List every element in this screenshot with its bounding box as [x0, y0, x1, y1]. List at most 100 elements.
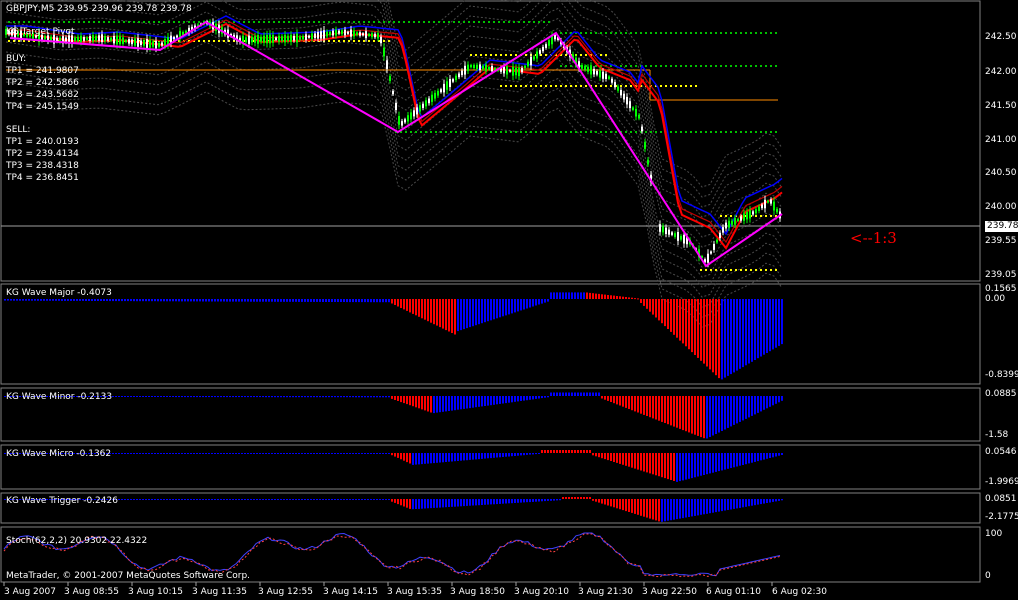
histogram-bar	[256, 499, 258, 500]
candle-body	[749, 210, 751, 219]
histogram-bar	[727, 299, 729, 376]
histogram-bar	[709, 499, 711, 514]
histogram-bar	[121, 453, 123, 454]
histogram-bar	[187, 396, 189, 398]
histogram-bar	[601, 294, 603, 299]
histogram-bar	[289, 396, 291, 398]
histogram-bar	[169, 499, 171, 500]
histogram-bar	[163, 299, 165, 302]
histogram-bar	[79, 299, 81, 301]
histogram-bar	[274, 299, 276, 302]
histogram-bar	[607, 295, 609, 299]
histogram-bar	[670, 396, 672, 426]
histogram-bar	[169, 453, 171, 454]
candle-body	[341, 30, 343, 35]
candle-body	[131, 39, 133, 45]
panel-bottom-value: -1.9969	[985, 477, 1018, 487]
histogram-bar	[763, 499, 765, 504]
candle-body	[116, 35, 118, 45]
histogram-bar	[178, 396, 180, 398]
histogram-bar	[559, 450, 561, 453]
histogram-bar	[286, 499, 288, 500]
histogram-bar	[529, 299, 531, 308]
histogram-bar	[643, 396, 645, 415]
candle-body	[245, 37, 247, 43]
histogram-bar	[331, 499, 333, 500]
histogram-bar	[85, 299, 87, 301]
histogram-bar	[361, 453, 363, 454]
histogram-bar	[511, 396, 513, 403]
histogram-bar	[604, 396, 606, 400]
histogram-bar	[151, 499, 153, 500]
histogram-bar	[553, 392, 555, 396]
candle-body	[443, 83, 445, 93]
histogram-bar	[277, 299, 279, 302]
chart-canvas[interactable]	[0, 0, 1018, 600]
histogram-bar	[748, 299, 750, 364]
histogram-bar	[676, 453, 678, 482]
histogram-bar	[7, 299, 9, 301]
histogram-bar	[475, 299, 477, 326]
histogram-bar	[487, 299, 489, 322]
price-tick: 240.50	[985, 168, 1017, 178]
histogram-bar	[526, 453, 528, 455]
histogram-bar	[670, 453, 672, 480]
histogram-bar	[742, 299, 744, 368]
histogram-bar	[574, 497, 576, 499]
panel-bottom-value: -0.8399	[985, 370, 1018, 380]
histogram-bar	[202, 396, 204, 398]
histogram-bar	[175, 299, 177, 302]
histogram-bar	[685, 299, 687, 347]
histogram-bar	[205, 396, 207, 398]
candle-body	[683, 234, 685, 244]
histogram-bar	[454, 299, 456, 335]
histogram-bar	[478, 299, 480, 325]
histogram-bar	[256, 299, 258, 302]
copyright-text: MetaTrader, © 2001-2007 MetaQuotes Softw…	[6, 571, 251, 581]
histogram-bar	[556, 392, 558, 396]
histogram-bar	[526, 499, 528, 503]
candle-body	[452, 79, 454, 82]
histogram-bar	[406, 396, 408, 405]
histogram-bar	[178, 499, 180, 500]
candle-body	[530, 56, 532, 66]
histogram-bar	[757, 453, 759, 462]
histogram-bar	[772, 453, 774, 458]
histogram-bar	[661, 453, 663, 478]
histogram-bar	[454, 499, 456, 507]
candle-body	[554, 34, 556, 40]
histogram-bar	[349, 453, 351, 454]
histogram-bar	[424, 396, 426, 411]
histogram-bar	[76, 299, 78, 301]
histogram-bar	[613, 453, 615, 462]
candle-body	[293, 35, 295, 41]
histogram-bar	[739, 453, 741, 466]
histogram-bar	[214, 396, 216, 398]
histogram-bar	[298, 453, 300, 454]
candle-body	[611, 78, 613, 83]
candle-body	[761, 204, 763, 209]
histogram-bar	[589, 450, 591, 453]
histogram-bar	[19, 299, 21, 301]
candle-body	[542, 46, 544, 52]
histogram-bar	[352, 453, 354, 454]
histogram-bar	[376, 299, 378, 303]
histogram-bar	[223, 453, 225, 454]
histogram-bar	[316, 453, 318, 454]
histogram-bar	[202, 453, 204, 454]
histogram-bar	[259, 499, 261, 500]
histogram-bar	[637, 298, 639, 300]
histogram-bar	[271, 299, 273, 302]
histogram-bar	[157, 453, 159, 454]
price-tick: 239.55	[985, 236, 1017, 246]
histogram-bar	[325, 453, 327, 454]
candle-body	[149, 39, 151, 48]
histogram-bar	[613, 396, 615, 404]
histogram-bar	[664, 396, 666, 423]
histogram-bar	[562, 292, 564, 299]
histogram-bar	[637, 453, 639, 470]
panel-frame	[0, 492, 981, 524]
histogram-bar	[82, 299, 84, 301]
histogram-bar	[769, 299, 771, 352]
candle-body	[482, 65, 484, 70]
